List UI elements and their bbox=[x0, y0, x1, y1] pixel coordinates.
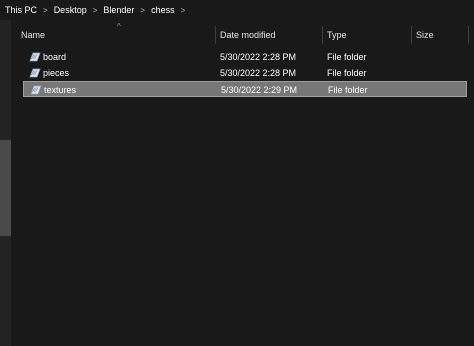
chevron-right-icon[interactable]: > bbox=[140, 6, 145, 15]
scrollbar-thumb[interactable] bbox=[0, 140, 11, 236]
column-header-row: Name ^ Date modified Type Size bbox=[16, 22, 474, 48]
folder-icon bbox=[30, 85, 42, 95]
file-date-modified: 5/30/2022 2:28 PM bbox=[220, 52, 297, 62]
file-type: File folder bbox=[328, 85, 368, 95]
breadcrumb: This PC > Desktop > Blender > chess > bbox=[0, 0, 474, 20]
chevron-right-icon[interactable]: > bbox=[93, 6, 98, 15]
breadcrumb-desktop[interactable]: Desktop bbox=[54, 5, 87, 15]
folder-icon bbox=[29, 52, 41, 62]
navigation-pane-scrollbar[interactable] bbox=[0, 20, 11, 346]
file-name: textures bbox=[44, 85, 77, 95]
folder-icon bbox=[29, 68, 41, 78]
folder-row-board[interactable]: board 5/30/2022 2:28 PM File folder bbox=[23, 49, 467, 65]
file-date-modified: 5/30/2022 2:28 PM bbox=[220, 68, 297, 78]
folder-row-textures[interactable]: textures 5/30/2022 2:29 PM File folder bbox=[23, 81, 467, 97]
folder-row-pieces[interactable]: pieces 5/30/2022 2:28 PM File folder bbox=[23, 65, 467, 81]
file-name: board bbox=[43, 52, 67, 62]
column-header-type[interactable]: Type bbox=[322, 22, 411, 48]
column-header-name[interactable]: Name bbox=[16, 22, 214, 48]
breadcrumb-this-pc[interactable]: This PC bbox=[5, 5, 37, 15]
file-name: pieces bbox=[43, 68, 70, 78]
breadcrumb-chess[interactable]: chess bbox=[151, 5, 175, 15]
column-header-size[interactable]: Size bbox=[411, 22, 468, 48]
chevron-right-icon[interactable]: > bbox=[43, 6, 48, 15]
file-date-modified: 5/30/2022 2:29 PM bbox=[221, 85, 298, 95]
file-list: board 5/30/2022 2:28 PM File folder piec… bbox=[23, 49, 467, 97]
breadcrumb-blender[interactable]: Blender bbox=[103, 5, 134, 15]
chevron-right-icon[interactable]: > bbox=[181, 6, 186, 15]
column-header-date-modified[interactable]: Date modified bbox=[215, 22, 322, 48]
file-type: File folder bbox=[327, 68, 367, 78]
file-type: File folder bbox=[327, 52, 367, 62]
column-divider[interactable] bbox=[468, 26, 469, 44]
sort-ascending-icon: ^ bbox=[117, 22, 121, 31]
